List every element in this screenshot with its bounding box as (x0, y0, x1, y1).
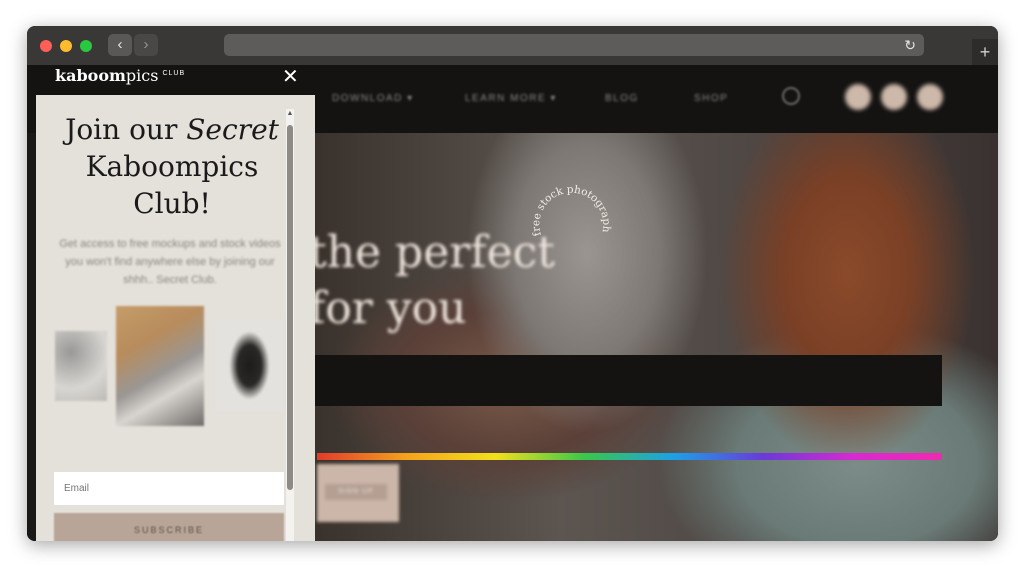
headline-line-2: for you (309, 283, 467, 334)
reload-icon[interactable]: ↻ (904, 36, 916, 54)
social-icon[interactable] (917, 84, 943, 110)
social-icon[interactable] (845, 84, 871, 110)
browser-titlebar: ‹ › ↻ + (27, 26, 998, 65)
email-field[interactable] (54, 472, 284, 505)
hero-headline: the perfect for you (309, 225, 555, 337)
mockup-image-3 (215, 319, 284, 412)
popup-title: Join our Secret Kaboompics Club! (65, 113, 279, 220)
mockup-image-2 (116, 306, 204, 426)
nav-download[interactable]: DOWNLOAD ▾ (332, 93, 414, 104)
mockup-image-1 (55, 331, 107, 401)
web-page: DOWNLOAD ▾ LEARN MORE ▾ BLOG SHOP the pe… (27, 65, 998, 541)
new-tab-button[interactable]: + (972, 39, 998, 65)
free-stock-badge: free stock photography (521, 163, 612, 237)
close-window-button[interactable] (40, 40, 52, 52)
nav-shop[interactable]: SHOP (694, 93, 728, 104)
chevron-left-icon: ‹ (117, 36, 123, 53)
subscribe-button[interactable]: SUBSCRIBE (54, 513, 284, 541)
search-bar[interactable] (305, 355, 942, 406)
chevron-right-icon: › (143, 36, 149, 53)
social-icon[interactable] (881, 84, 907, 110)
close-icon[interactable]: ✕ (282, 67, 299, 87)
search-icon[interactable] (782, 87, 800, 105)
zoom-window-button[interactable] (80, 40, 92, 52)
signup-button[interactable]: SIGN UP (325, 484, 387, 500)
rainbow-stripe (317, 453, 942, 460)
scrollbar-thumb[interactable] (287, 125, 293, 490)
popup-description: Get access to free mockups and stock vid… (59, 238, 281, 286)
popup-header: kaboompics CLUB ✕ (27, 65, 315, 95)
scroll-up-icon[interactable]: ▲ (286, 109, 294, 119)
browser-window: ‹ › ↻ + DOWNLOAD ▾ LEARN MORE ▾ BLOG SHO… (27, 26, 998, 541)
club-popup: Join our Secret Kaboompics Club! Get acc… (36, 95, 315, 541)
back-button[interactable]: ‹ (108, 34, 132, 56)
minimize-window-button[interactable] (60, 40, 72, 52)
nav-blog[interactable]: BLOG (605, 93, 639, 104)
signup-box: SIGN UP (317, 464, 399, 522)
forward-button[interactable]: › (134, 34, 158, 56)
address-bar[interactable]: ↻ (224, 34, 924, 56)
kaboompics-logo: kaboompics CLUB (55, 66, 186, 85)
badge-text: free stock photography (521, 163, 612, 237)
headline-line-1: the perfect (309, 227, 555, 278)
plus-icon: + (979, 42, 991, 62)
page-edge (27, 133, 36, 541)
nav-learn-more[interactable]: LEARN MORE ▾ (465, 93, 557, 104)
